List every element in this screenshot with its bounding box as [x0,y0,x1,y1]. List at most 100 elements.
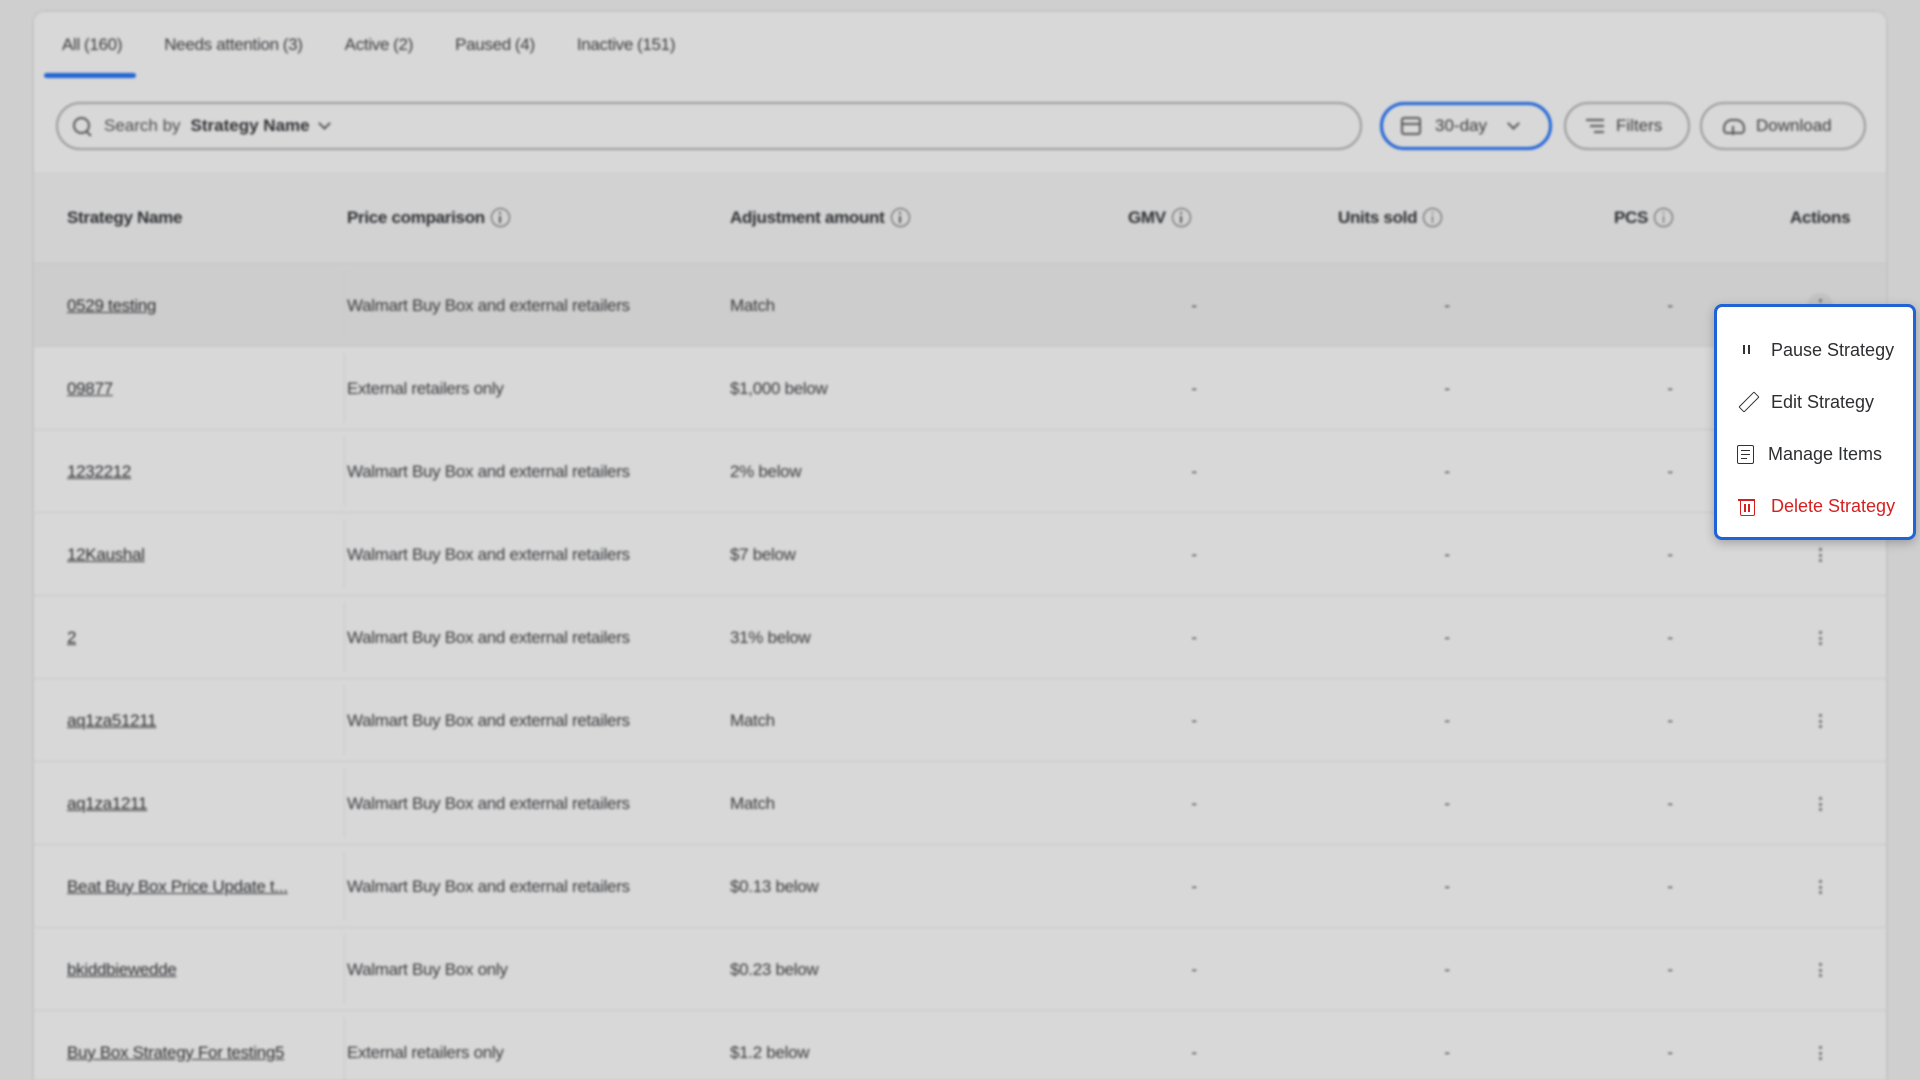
strategy-name-link[interactable]: 09877 [67,347,113,430]
table-row: aq1za1211 Walmart Buy Box and external r… [34,762,1886,845]
background-page: All (160) Needs attention (3) Active (2) Pa… [0,0,1920,1080]
strategy-name-link[interactable]: 2 [67,596,76,679]
pause-icon [1737,340,1757,360]
units-sold-cell: - [1444,794,1450,813]
adjustment-amount-cell: $0.23 below [730,960,819,979]
strategies-panel: All (160) Needs attention (3) Active (2) Pa… [34,12,1886,1080]
adjustment-amount-cell: $1,000 below [730,379,828,398]
price-comparison-cell: Walmart Buy Box only [347,960,508,979]
strategy-name-link[interactable]: 0529 testing [67,264,156,347]
manage-items-menu-item[interactable]: Manage Items [1717,431,1913,477]
row-actions-kebab-icon[interactable] [1807,957,1833,983]
row-actions-kebab-icon[interactable] [1807,791,1833,817]
gmv-cell: - [1191,1043,1197,1062]
strategy-name-link[interactable]: Buy Box Strategy For testing5 [67,1011,284,1080]
column-header-strategy-name[interactable]: Strategy Name [67,172,182,264]
table-row: 0529 testing Walmart Buy Box and externa… [34,264,1886,347]
table-row: 2 Walmart Buy Box and external retailers… [34,596,1886,679]
gmv-cell: - [1191,877,1197,896]
gmv-cell: - [1191,960,1197,979]
row-actions-menu: Pause Strategy Edit Strategy Manage Item… [1714,304,1916,540]
column-header-units-sold: Units sold [1338,172,1443,264]
search-icon [72,116,92,136]
tab-inactive[interactable]: Inactive (151) [559,12,693,78]
units-sold-cell: - [1444,960,1450,979]
download-button[interactable]: Download [1700,102,1866,150]
table-row: 09877 External retailers only $1,000 bel… [34,347,1886,430]
filters-button[interactable]: Filters [1564,102,1690,150]
units-sold-cell: - [1444,379,1450,398]
price-comparison-cell: External retailers only [347,379,504,398]
units-sold-cell: - [1444,1043,1450,1062]
gmv-cell: - [1191,794,1197,813]
price-comparison-cell: Walmart Buy Box and external retailers [347,545,630,564]
price-comparison-cell: Walmart Buy Box and external retailers [347,794,630,813]
pcs-cell: - [1667,296,1673,315]
pcs-cell: - [1667,711,1673,730]
search-input[interactable]: Search by Strategy Name [56,102,1362,150]
pcs-cell: - [1667,379,1673,398]
search-field-selector[interactable]: Strategy Name [191,116,310,136]
tab-paused[interactable]: Paused (4) [437,12,553,78]
adjustment-amount-cell: $7 below [730,545,796,564]
tab-all[interactable]: All (160) [40,12,140,78]
date-range-button[interactable]: 30-day [1380,102,1552,150]
strategy-name-link[interactable]: aq1za1211 [67,762,147,845]
delete-strategy-label: Delete Strategy [1771,495,1896,516]
pcs-cell: - [1667,628,1673,647]
units-sold-cell: - [1444,545,1450,564]
status-tabs: All (160) Needs attention (3) Active (2) Pa… [34,12,1886,78]
column-header-pcs: PCS [1614,172,1674,264]
price-comparison-cell: Walmart Buy Box and external retailers [347,296,630,315]
delete-strategy-menu-item[interactable]: Delete Strategy [1717,483,1913,529]
tab-active[interactable]: Active (2) [327,12,431,78]
row-actions-kebab-icon[interactable] [1807,625,1833,651]
edit-strategy-menu-item[interactable]: Edit Strategy [1717,379,1913,425]
strategy-name-link[interactable]: 12Kaushal [67,513,145,596]
search-by-label: Search by [104,116,181,135]
table-row: Buy Box Strategy For testing5 External r… [34,1011,1886,1080]
adjustment-amount-cell: 31% below [730,628,811,647]
pcs-cell: - [1667,794,1673,813]
pcs-cell: - [1667,545,1673,564]
units-sold-cell: - [1444,711,1450,730]
info-icon[interactable] [1423,207,1443,227]
strategy-name-link[interactable]: Beat Buy Box Price Update t... [67,845,288,928]
strategy-name-link[interactable]: bkiddbiewedde [67,928,177,1011]
adjustment-amount-cell: $0.13 below [730,877,819,896]
tab-needs-attention[interactable]: Needs attention (3) [146,12,320,78]
info-icon[interactable] [1654,207,1674,227]
gmv-cell: - [1191,296,1197,315]
chevron-down-icon[interactable] [317,117,331,130]
column-header-actions: Actions [1790,208,1851,227]
info-icon[interactable] [1171,207,1191,227]
row-actions-kebab-icon[interactable] [1807,708,1833,734]
strategy-name-link[interactable]: aq1za51211 [67,679,157,762]
table-row: 12Kaushal Walmart Buy Box and external r… [34,513,1886,596]
row-actions-kebab-icon[interactable] [1807,542,1833,568]
table-row: Beat Buy Box Price Update t... Walmart B… [34,845,1886,928]
info-icon[interactable] [890,207,910,227]
filter-icon [1584,118,1604,134]
price-comparison-cell: Walmart Buy Box and external retailers [347,628,630,647]
table-header: Strategy Name Price comparison Adjustmen… [34,172,1886,264]
gmv-cell: - [1191,545,1197,564]
adjustment-amount-cell: Match [730,711,775,730]
price-comparison-cell: Walmart Buy Box and external retailers [347,462,630,481]
row-actions-kebab-icon[interactable] [1807,874,1833,900]
pcs-cell: - [1667,877,1673,896]
pause-strategy-menu-item[interactable]: Pause Strategy [1717,327,1913,373]
adjustment-amount-cell: $1.2 below [730,1043,810,1062]
gmv-cell: - [1191,711,1197,730]
row-actions-kebab-icon[interactable] [1807,1040,1833,1066]
strategy-name-link[interactable]: 1232212 [67,430,131,513]
adjustment-amount-cell: 2% below [730,462,802,481]
units-sold-cell: - [1444,462,1450,481]
download-icon [1722,117,1745,135]
column-header-adjustment-amount: Adjustment amount [730,172,910,264]
trash-icon [1737,496,1757,516]
edit-strategy-label: Edit Strategy [1771,391,1875,412]
table-row: aq1za51211 Walmart Buy Box and external … [34,679,1886,762]
table-row: bkiddbiewedde Walmart Buy Box only $0.23… [34,928,1886,1011]
info-icon[interactable] [490,207,510,227]
